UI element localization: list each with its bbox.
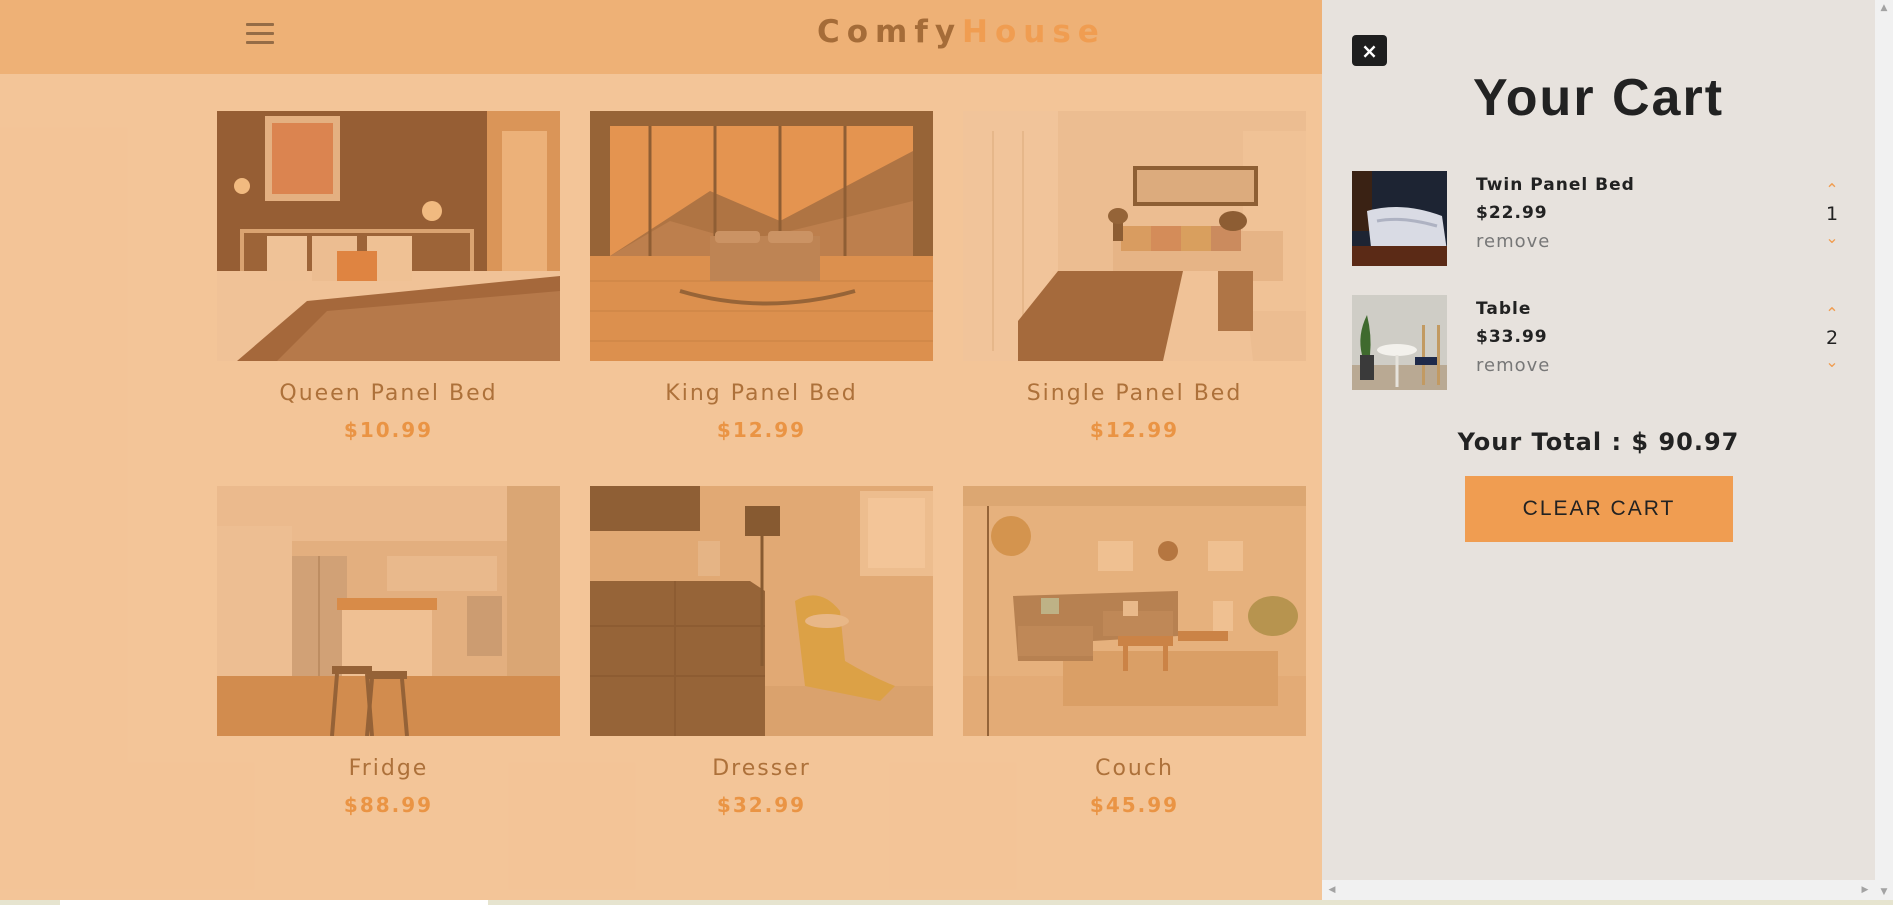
chevron-up-icon[interactable]: ⌃ [1817, 305, 1847, 323]
remove-item-button[interactable]: remove [1476, 355, 1550, 376]
page-horizontal-scrollbar[interactable] [0, 900, 1893, 905]
chevron-down-icon[interactable]: ⌄ [1817, 229, 1847, 247]
scroll-right-icon[interactable]: ▶ [1857, 880, 1873, 900]
cart-item: Table $33.99 remove ⌃ 2 ⌄ [1352, 295, 1852, 390]
cart-panel: × Your Cart Twin Panel Bed $22.99 remove… [1322, 0, 1875, 900]
cart-total: Your Total : $ 90.97 [1457, 428, 1740, 456]
remove-item-button[interactable]: remove [1476, 231, 1635, 252]
cart-item-title: Twin Panel Bed [1476, 175, 1635, 195]
scroll-up-icon[interactable]: ▲ [1875, 0, 1893, 16]
cart-item-price: $33.99 [1476, 327, 1548, 347]
quantity-stepper: ⌃ 2 ⌄ [1817, 305, 1847, 371]
scrollbar-thumb[interactable] [60, 900, 488, 905]
chevron-down-icon[interactable]: ⌄ [1817, 353, 1847, 371]
cart-item-image [1352, 171, 1447, 266]
vertical-scrollbar[interactable]: ▲ ▼ [1875, 0, 1893, 900]
cart-item-price: $22.99 [1476, 203, 1548, 223]
cart-item-title: Table [1476, 299, 1532, 319]
scroll-down-icon[interactable]: ▼ [1875, 884, 1893, 900]
item-quantity: 1 [1825, 203, 1839, 225]
quantity-stepper: ⌃ 1 ⌄ [1817, 181, 1847, 247]
chevron-up-icon[interactable]: ⌃ [1817, 181, 1847, 199]
clear-cart-button[interactable]: CLEAR CART [1465, 476, 1733, 542]
scroll-left-icon[interactable]: ◀ [1324, 880, 1340, 900]
item-quantity: 2 [1825, 327, 1839, 349]
cart-title: Your Cart [1472, 69, 1725, 127]
cart-item-image [1352, 295, 1447, 390]
cart-item: Twin Panel Bed $22.99 remove ⌃ 1 ⌄ [1352, 171, 1852, 266]
horizontal-scrollbar[interactable]: ◀ ▶ [1322, 880, 1875, 900]
close-cart-button[interactable]: × [1352, 35, 1387, 66]
close-icon: × [1361, 38, 1378, 63]
